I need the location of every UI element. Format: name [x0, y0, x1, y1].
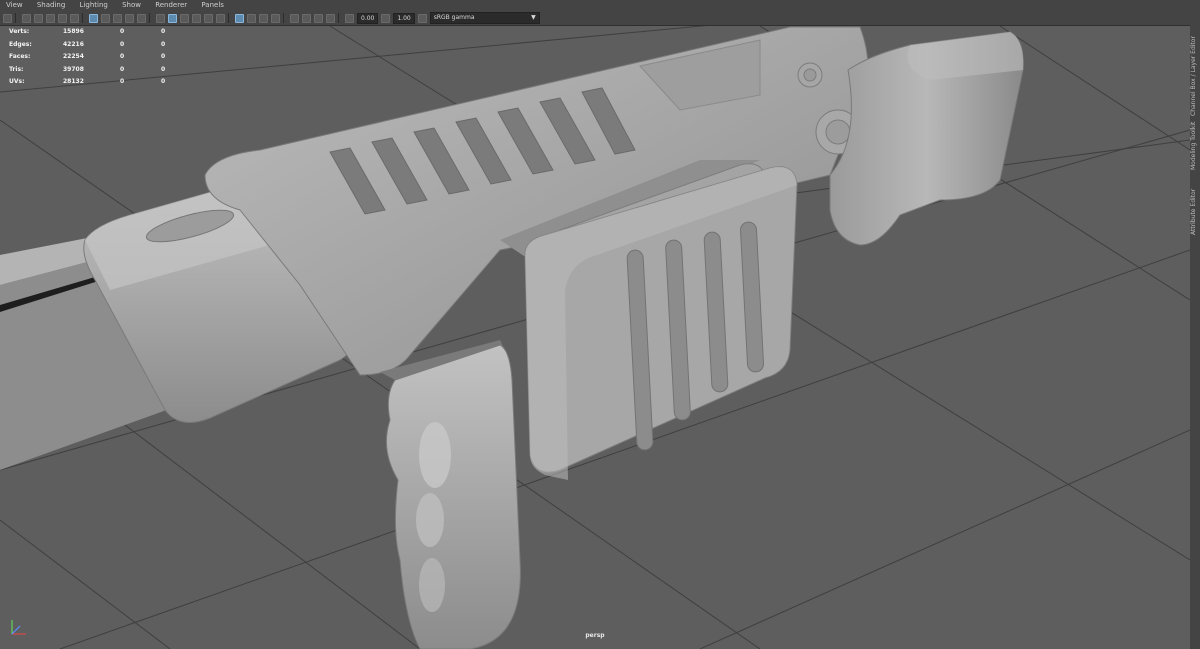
hud-row-faces: Faces: 22254 0 0: [9, 51, 179, 64]
hud-label: Verts:: [9, 28, 30, 35]
hud-row-tris: Tris: 39708 0 0: [9, 64, 179, 77]
hud-row-uvs: UVs: 28132 0 0: [9, 76, 179, 89]
hud-value: 0: [120, 53, 125, 61]
hud-row-edges: Edges: 42216 0 0: [9, 39, 179, 52]
field-chart-icon[interactable]: [137, 13, 146, 23]
hud-value: 0: [161, 53, 166, 61]
right-side-tabs: Channel Box / Layer Editor Modeling Tool…: [1190, 11, 1200, 649]
toolbar-divider: [15, 13, 16, 23]
hud-value: 22254: [63, 53, 84, 61]
exposure-icon[interactable]: [345, 13, 354, 23]
smooth-shade-icon[interactable]: [168, 13, 177, 23]
menu-shading[interactable]: Shading: [37, 0, 65, 11]
hud-value: 0: [120, 65, 125, 73]
menu-show[interactable]: Show: [122, 0, 141, 11]
hud-label: Edges:: [9, 40, 32, 48]
anti-aliasing-icon[interactable]: [259, 13, 268, 23]
select-camera-icon[interactable]: [3, 13, 12, 23]
hud-label: Tris:: [9, 65, 24, 73]
gate-mask-icon[interactable]: [125, 13, 134, 23]
exposure-field[interactable]: 0.00: [357, 12, 379, 24]
toolbar-divider: [82, 13, 83, 23]
menu-view[interactable]: View: [6, 0, 23, 11]
xray-icon[interactable]: [302, 13, 311, 23]
hud-value: 0: [161, 40, 166, 48]
xray-joints-icon[interactable]: [314, 13, 323, 23]
hud-value: 15896: [63, 28, 84, 35]
hud-value: 42216: [63, 40, 84, 48]
camera-attributes-icon[interactable]: [22, 13, 31, 23]
view-transform-value: sRGB gamma: [433, 14, 475, 21]
textured-icon[interactable]: [192, 13, 201, 23]
isolate-select-icon[interactable]: [290, 13, 299, 23]
hud-value: 0: [120, 40, 125, 48]
screen-space-ao-icon[interactable]: [235, 13, 244, 23]
panel-menubar: View Shading Lighting Show Renderer Pane…: [0, 0, 1200, 11]
hud-value: 0: [120, 28, 125, 35]
grease-pencil-icon[interactable]: [70, 13, 79, 23]
film-gate-icon[interactable]: [101, 13, 110, 23]
perspective-viewport[interactable]: [0, 26, 1190, 649]
toolbar-divider: [283, 13, 284, 23]
default-material-icon[interactable]: [180, 13, 189, 23]
wireframe-icon[interactable]: [156, 13, 165, 23]
hud-value: 0: [161, 65, 166, 73]
lights-icon[interactable]: [204, 13, 213, 23]
hud-value: 0: [161, 78, 166, 86]
grid-toggle-icon[interactable]: [89, 13, 98, 23]
tab-modeling-toolkit[interactable]: Modeling Toolkit: [1190, 115, 1200, 177]
hud-value: 0: [120, 78, 125, 86]
view-transform-select[interactable]: sRGB gamma ▼: [429, 12, 540, 24]
tab-attribute-editor[interactable]: Attribute Editor: [1190, 183, 1200, 241]
hud-label: Faces:: [9, 53, 31, 61]
color-management-icon[interactable]: [417, 13, 427, 23]
motion-blur-icon[interactable]: [247, 13, 256, 23]
gamma-field[interactable]: 1.00: [393, 12, 415, 24]
resolution-gate-icon[interactable]: [113, 13, 122, 23]
xray-components-icon[interactable]: [326, 13, 335, 23]
chevron-down-icon: ▼: [531, 14, 536, 21]
hud-value: 39708: [63, 65, 84, 73]
menu-lighting[interactable]: Lighting: [80, 0, 108, 11]
toolbar-divider: [338, 13, 339, 23]
menu-renderer[interactable]: Renderer: [155, 0, 187, 11]
shadows-icon[interactable]: [216, 13, 225, 23]
gun-grip: [385, 344, 521, 649]
hud-label: UVs:: [9, 78, 25, 86]
camera-name-label: persp: [585, 632, 605, 639]
bookmarks-icon[interactable]: [34, 13, 43, 23]
toolbar-divider: [149, 13, 150, 23]
image-plane-icon[interactable]: [46, 13, 55, 23]
menu-panels[interactable]: Panels: [201, 0, 224, 11]
viewport-render: [0, 26, 1190, 649]
2d-pan-zoom-icon[interactable]: [58, 13, 67, 23]
heads-up-poly-count: Verts: 15896 0 0 Edges: 42216 0 0 Faces:…: [9, 26, 179, 89]
gamma-icon[interactable]: [381, 13, 391, 23]
hud-value: 28132: [63, 78, 84, 86]
hud-row-verts: Verts: 15896 0 0: [9, 26, 179, 39]
hud-value: 0: [161, 28, 166, 35]
panel-toolbar: 0.00 1.00 sRGB gamma ▼: [0, 11, 1200, 26]
depth-of-field-icon[interactable]: [271, 13, 280, 23]
toolbar-divider: [228, 13, 229, 23]
